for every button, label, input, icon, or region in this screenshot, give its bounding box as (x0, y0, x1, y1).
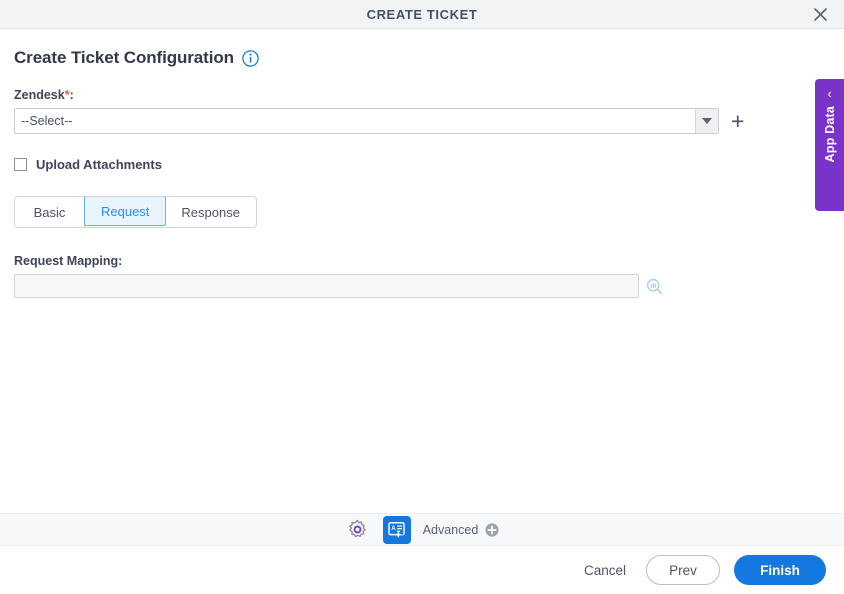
add-card-button[interactable]: A (382, 515, 411, 544)
dialog-footer: Cancel Prev Finish (0, 546, 844, 594)
upload-attachments-label: Upload Attachments (36, 157, 162, 172)
chevron-left-icon: ‹ (827, 86, 832, 101)
zendesk-field-group: Zendesk*: --Select-- + (14, 88, 830, 134)
close-icon (813, 7, 827, 21)
zendesk-label-text: Zendesk (14, 88, 65, 102)
window-titlebar: CREATE TICKET (0, 0, 844, 29)
cancel-button[interactable]: Cancel (578, 559, 632, 582)
upload-attachments-checkbox[interactable] (14, 158, 27, 171)
add-card-icon: A (388, 522, 405, 538)
tab-request[interactable]: Request (84, 197, 167, 226)
zendesk-select-row: --Select-- + (14, 108, 830, 134)
request-mapping-row (14, 274, 830, 298)
plus-circle-icon[interactable] (485, 522, 499, 537)
zendesk-selected-value: --Select-- (21, 114, 73, 128)
add-connection-button[interactable]: + (731, 110, 744, 133)
advanced-label: Advanced (422, 522, 479, 537)
zendesk-label-colon: : (69, 88, 74, 102)
config-tabs: Basic Request Response (14, 196, 257, 228)
page-title: Create Ticket Configuration (14, 48, 234, 67)
window-title: CREATE TICKET (366, 6, 478, 22)
finish-button[interactable]: Finish (734, 555, 826, 585)
upload-attachments-row[interactable]: Upload Attachments (14, 157, 162, 172)
close-button[interactable] (804, 0, 836, 28)
search-icon (646, 278, 662, 294)
zendesk-dropdown-button[interactable] (695, 109, 718, 133)
page-title-row: Create Ticket Configuration (14, 29, 830, 68)
app-data-panel-toggle[interactable]: ‹ App Data (815, 79, 844, 211)
advanced-toolbar: A Advanced (0, 513, 844, 546)
chevron-down-icon (702, 118, 712, 124)
settings-button[interactable] (345, 517, 371, 543)
tab-basic[interactable]: Basic (15, 197, 85, 227)
dialog-body: Create Ticket Configuration Zendesk*: --… (0, 29, 844, 495)
tab-response[interactable]: Response (165, 197, 256, 227)
request-mapping-input[interactable] (14, 274, 639, 298)
advanced-group[interactable]: Advanced (423, 523, 500, 537)
request-mapping-label: Request Mapping: (14, 254, 123, 268)
zendesk-field-label: Zendesk*: (14, 88, 830, 102)
request-mapping-search-button[interactable] (644, 276, 664, 296)
gear-icon (349, 519, 366, 538)
prev-button[interactable]: Prev (646, 555, 720, 585)
request-mapping-group: Request Mapping: (14, 254, 830, 298)
svg-text:A: A (391, 526, 396, 532)
info-circle-icon[interactable] (242, 49, 259, 67)
app-data-label: App Data (822, 106, 837, 163)
zendesk-select[interactable]: --Select-- (14, 108, 719, 134)
